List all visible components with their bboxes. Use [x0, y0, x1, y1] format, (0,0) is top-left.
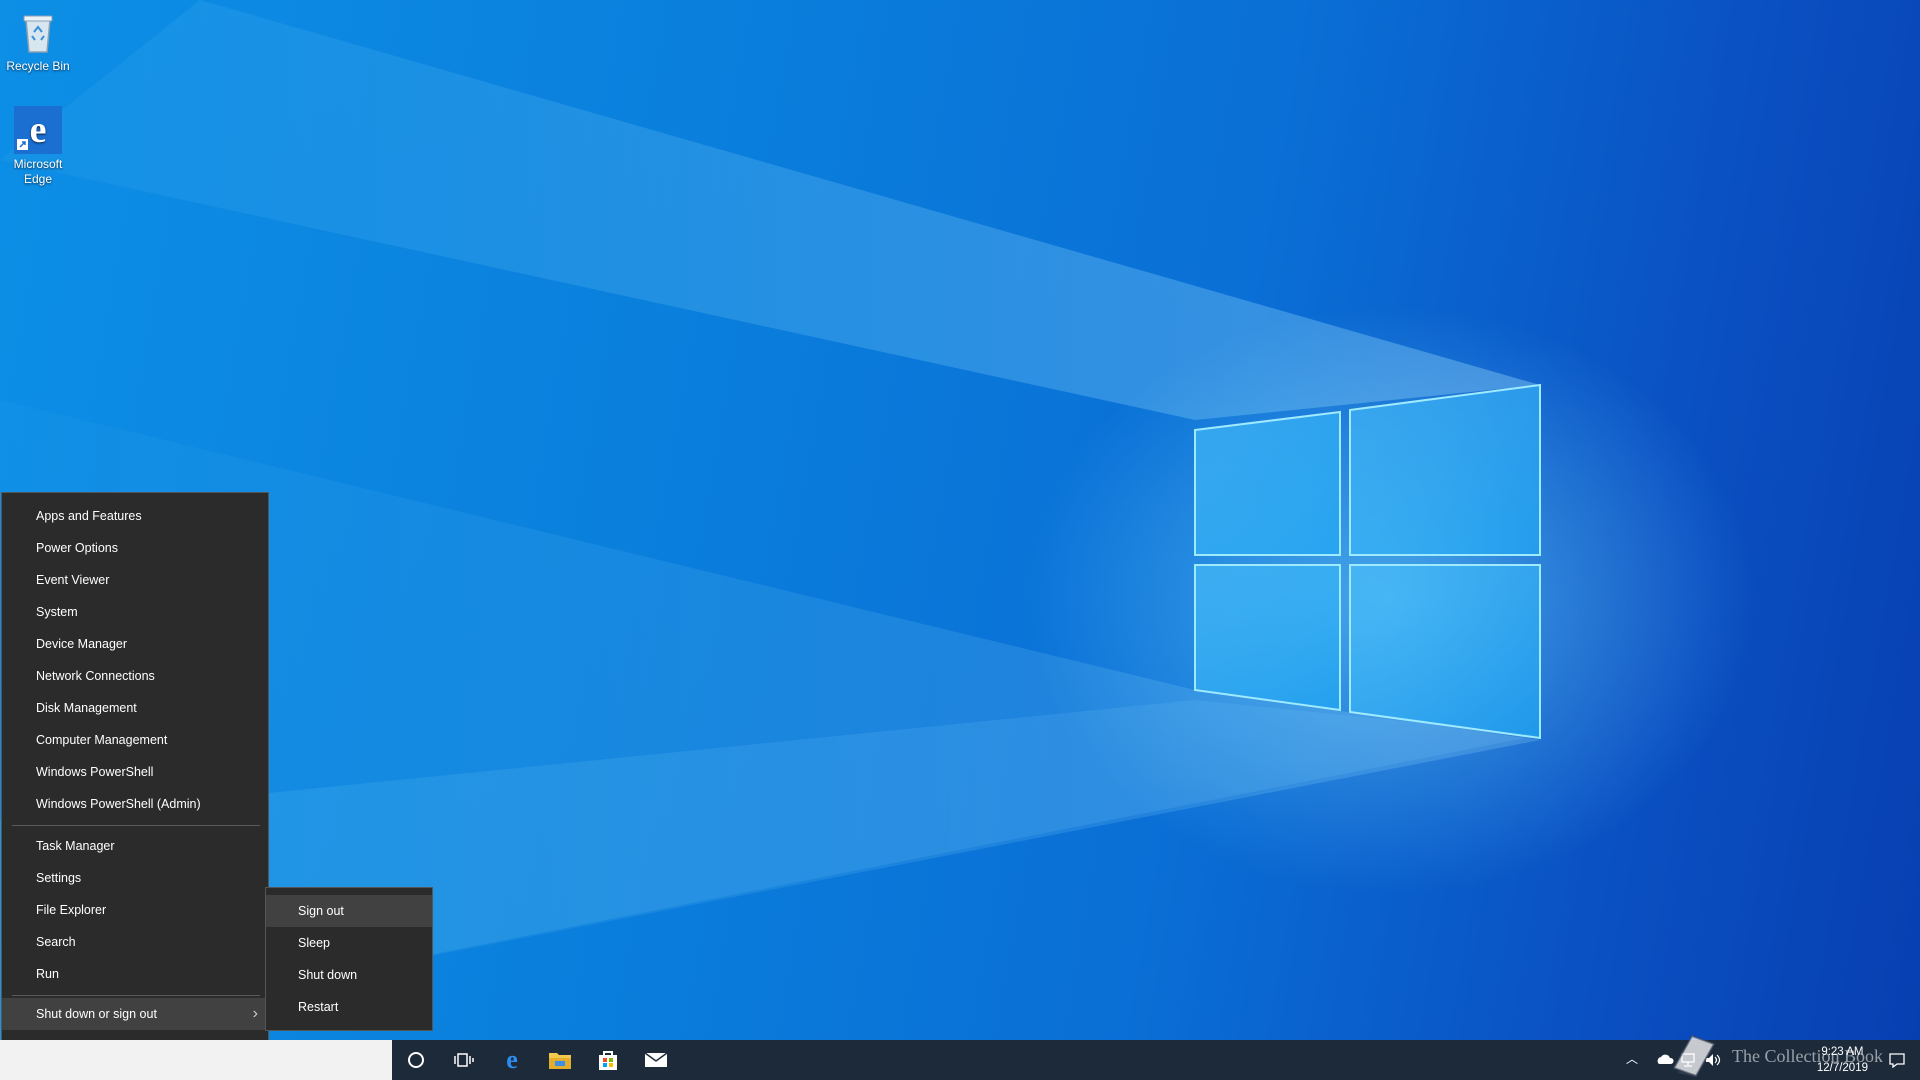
menu-item-apps-and-features[interactable]: Apps and Features	[2, 500, 268, 532]
task-view-button[interactable]	[440, 1040, 488, 1080]
menu-item-label: Shut down or sign out	[36, 1007, 157, 1021]
menu-item-sleep[interactable]: Sleep	[266, 927, 432, 959]
book-logo-icon	[1672, 1034, 1716, 1078]
cortana-icon	[408, 1052, 424, 1068]
menu-item-computer-management[interactable]: Computer Management	[2, 724, 268, 756]
svg-text:e: e	[30, 109, 47, 151]
menu-item-windows-powershell[interactable]: Windows PowerShell	[2, 756, 268, 788]
menu-item-search[interactable]: Search	[2, 926, 268, 958]
edge-taskbar-button[interactable]: e	[488, 1040, 536, 1080]
chevron-right-icon: ›	[252, 1005, 258, 1022]
menu-item-device-manager[interactable]: Device Manager	[2, 628, 268, 660]
menu-item-settings[interactable]: Settings	[2, 862, 268, 894]
menu-item-shut-down-or-sign-out[interactable]: Shut down or sign out ›	[2, 998, 268, 1030]
desktop-icon-recycle-bin[interactable]: Recycle Bin	[0, 8, 76, 74]
svg-text:e: e	[506, 1048, 518, 1072]
mail-icon	[644, 1052, 668, 1067]
menu-item-task-manager[interactable]: Task Manager	[2, 830, 268, 862]
menu-item-run[interactable]: Run	[2, 958, 268, 990]
cortana-button[interactable]	[392, 1040, 440, 1080]
menu-item-disk-management[interactable]: Disk Management	[2, 692, 268, 724]
menu-separator	[12, 825, 260, 826]
taskbar-search-box[interactable]	[0, 1040, 392, 1080]
menu-item-shut-down[interactable]: Shut down	[266, 959, 432, 991]
menu-item-event-viewer[interactable]: Event Viewer	[2, 564, 268, 596]
menu-item-network-connections[interactable]: Network Connections	[2, 660, 268, 692]
task-view-icon	[454, 1053, 474, 1067]
menu-item-sign-out[interactable]: Sign out	[266, 895, 432, 927]
menu-item-windows-powershell-admin[interactable]: Windows PowerShell (Admin)	[2, 788, 268, 820]
edge-icon: e	[506, 1048, 518, 1072]
store-icon	[599, 1051, 617, 1070]
winx-context-menu: Apps and Features Power Options Event Vi…	[1, 492, 269, 1071]
watermark-text: The Collection Book	[1732, 1046, 1883, 1066]
windows-wallpaper-beams	[0, 0, 1541, 1040]
menu-item-system[interactable]: System	[2, 596, 268, 628]
file-explorer-taskbar-button[interactable]	[536, 1040, 584, 1080]
file-explorer-icon	[549, 1053, 571, 1069]
menu-item-restart[interactable]: Restart	[266, 991, 432, 1023]
mail-taskbar-button[interactable]	[632, 1040, 680, 1080]
taskbar: e ︿ 9:23 AM 12/7/2019	[0, 1040, 1920, 1080]
chevron-up-icon[interactable]: ︿	[1626, 1050, 1638, 1067]
recycle-bin-icon	[14, 8, 62, 56]
watermark: The Collection Book	[1668, 1032, 1918, 1080]
menu-separator	[12, 995, 260, 996]
desktop-icon-label: Recycle Bin	[6, 59, 70, 73]
desktop-icon-label: Microsoft Edge	[13, 157, 63, 186]
shutdown-submenu: Sign out Sleep Shut down Restart	[265, 887, 433, 1031]
menu-item-power-options[interactable]: Power Options	[2, 532, 268, 564]
store-taskbar-button[interactable]	[584, 1040, 632, 1080]
menu-item-file-explorer[interactable]: File Explorer	[2, 894, 268, 926]
desktop-background: Recycle Bin e Microsoft Edge	[0, 0, 1920, 1040]
edge-icon: e	[14, 106, 62, 154]
desktop-icon-microsoft-edge[interactable]: e Microsoft Edge	[0, 106, 76, 187]
